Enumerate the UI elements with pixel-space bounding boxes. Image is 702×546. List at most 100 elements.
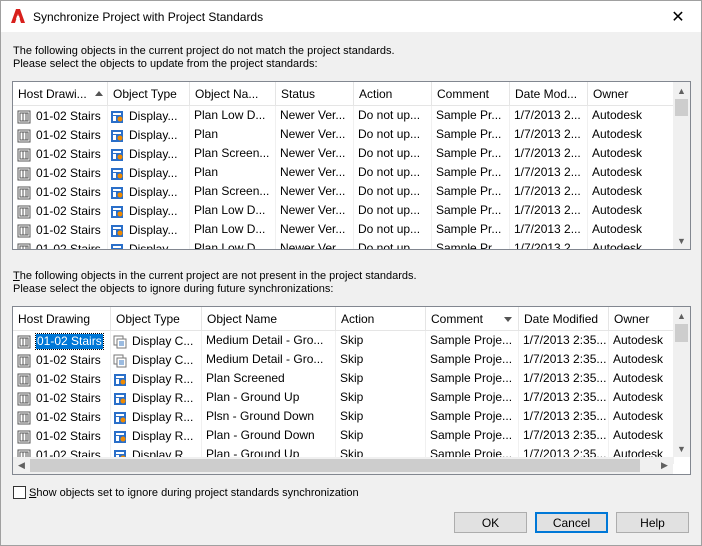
scrollbar-thumb[interactable] xyxy=(675,324,688,342)
column-header[interactable]: Host Drawi... xyxy=(13,82,108,106)
top-instructions: The following objects in the current pro… xyxy=(13,45,395,71)
ok-button[interactable]: OK xyxy=(454,512,527,533)
cell-type: Display R... xyxy=(111,388,202,407)
column-header[interactable]: Status xyxy=(276,82,354,106)
cell-text: Skip xyxy=(340,428,364,442)
table-row[interactable]: 01-02 Stairs Display... Plan Screen... Newe… xyxy=(13,182,678,201)
cell-date: 1/7/2013 2:35... xyxy=(519,369,609,388)
display-rep-icon xyxy=(111,205,123,218)
cell-text: Autodesk xyxy=(613,333,664,347)
cell-text: Autodesk xyxy=(592,184,643,198)
scrollbar-thumb[interactable] xyxy=(30,459,640,472)
cell-comment: Sample Pr... xyxy=(432,182,510,201)
missing-objects-grid[interactable]: Host Drawing Object Type Object Name Action… xyxy=(12,306,691,475)
table-row[interactable]: 01-02 Stairs Display... Plan Low D... Newer… xyxy=(13,106,678,125)
scroll-up-icon[interactable]: ▲ xyxy=(673,82,690,99)
cell-text: Sample Proje... xyxy=(430,428,513,442)
cell-text: 1/7/2013 2... xyxy=(514,146,581,160)
show-ignored-checkbox[interactable] xyxy=(13,486,26,499)
table-row[interactable]: 01-02 Stairs Display R... Plan - Ground Do… xyxy=(13,426,674,445)
horizontal-scrollbar[interactable]: ◀ ▶ xyxy=(13,457,673,474)
cell-text: 01-02 Stairs xyxy=(36,204,101,218)
close-button[interactable]: ✕ xyxy=(655,1,701,32)
cell-text: Sample Proje... xyxy=(430,390,513,404)
table-row[interactable]: 01-02 Stairs Display C... Medium Detail - … xyxy=(13,331,674,350)
table-row[interactable]: 01-02 Stairs Display... Plan Low D... Newer… xyxy=(13,201,678,220)
cell-text: Sample Pr... xyxy=(436,241,502,250)
cell-date: 1/7/2013 2:35... xyxy=(519,350,609,369)
column-header[interactable]: Owner xyxy=(588,82,678,106)
scroll-down-icon[interactable]: ▼ xyxy=(673,440,690,457)
column-header[interactable]: Action xyxy=(354,82,432,106)
scroll-up-icon[interactable]: ▲ xyxy=(673,307,690,324)
table-row[interactable]: 01-02 Stairs Display... Plan Low D... Newer… xyxy=(13,220,678,239)
cell-date: 1/7/2013 2:35... xyxy=(519,426,609,445)
scroll-down-icon[interactable]: ▼ xyxy=(673,232,690,249)
cell-date: 1/7/2013 2... xyxy=(510,144,588,163)
cell-text: Autodesk xyxy=(592,222,643,236)
column-header[interactable]: Owner xyxy=(609,307,674,331)
cell-text: Do not up... xyxy=(358,108,421,122)
cell-owner: Autodesk xyxy=(588,239,678,249)
cell-text: Newer Ver... xyxy=(280,203,346,217)
cell-text: Newer Ver... xyxy=(280,222,346,236)
grid-header: Host Drawi... Object Type Object Na... Stat… xyxy=(13,82,678,106)
cell-name: Plan Low D... xyxy=(190,201,276,220)
cell-text: 01-02 Stairs xyxy=(35,333,104,350)
display-rep-icon xyxy=(111,186,123,199)
cell-owner: Autodesk xyxy=(588,201,678,220)
sort-ascending-icon xyxy=(95,91,103,96)
cell-comment: Sample Pr... xyxy=(432,201,510,220)
cell-text: 1/7/2013 2... xyxy=(514,241,581,250)
column-header[interactable]: Object Type xyxy=(111,307,202,331)
bottom-instruction-line2: Please select the objects to ignore duri… xyxy=(13,283,334,295)
cell-status: Newer Ver... xyxy=(276,125,354,144)
cell-text: Display R... xyxy=(132,391,194,405)
column-header[interactable]: Host Drawing xyxy=(13,307,111,331)
column-header[interactable]: Date Modified xyxy=(519,307,609,331)
column-header[interactable]: Object Type xyxy=(108,82,190,106)
table-row[interactable]: 01-02 Stairs Display R... Plsn - Ground Do… xyxy=(13,407,674,426)
cell-text: 01-02 Stairs xyxy=(36,372,101,386)
cell-text: 1/7/2013 2:35... xyxy=(523,409,607,423)
cell-type: Display... xyxy=(108,163,190,182)
scroll-right-icon[interactable]: ▶ xyxy=(656,457,673,474)
scroll-left-icon[interactable]: ◀ xyxy=(13,457,30,474)
cell-text: Display R... xyxy=(132,429,194,443)
drawing-icon xyxy=(17,243,31,249)
table-row[interactable]: 01-02 Stairs Display R... Plan - Ground Up… xyxy=(13,388,674,407)
cell-text: 1/7/2013 2... xyxy=(514,108,581,122)
column-header[interactable]: Action xyxy=(336,307,426,331)
column-header[interactable]: Date Mod... xyxy=(510,82,588,106)
table-row[interactable]: 01-02 Stairs Display... Plan Newer Ver... Do… xyxy=(13,125,678,144)
cell-status: Newer Ver... xyxy=(276,163,354,182)
table-row[interactable]: 01-02 Stairs Display C... Medium Detail - … xyxy=(13,350,674,369)
column-header[interactable]: Comment xyxy=(426,307,519,331)
table-row[interactable]: 01-02 Stairs Display... Plan Newer Ver... Do… xyxy=(13,163,678,182)
cell-text: Do not up... xyxy=(358,127,421,141)
table-row[interactable]: 01-02 Stairs Display... Plan Screen... Newe… xyxy=(13,144,678,163)
scrollbar-thumb[interactable] xyxy=(675,99,688,116)
cell-host: 01-02 Stairs xyxy=(13,426,111,445)
column-header[interactable]: Object Na... xyxy=(190,82,276,106)
mismatched-objects-grid[interactable]: Host Drawi... Object Type Object Na... Stat… xyxy=(12,81,691,250)
vertical-scrollbar[interactable]: ▲ ▼ xyxy=(673,307,690,457)
cell-text: 1/7/2013 2:35... xyxy=(523,352,607,366)
cell-host: 01-02 Stairs xyxy=(13,369,111,388)
column-header[interactable]: Comment xyxy=(432,82,510,106)
cell-text: 1/7/2013 2... xyxy=(514,203,581,217)
column-header-label: Object Na... xyxy=(195,87,259,101)
column-header-label: Object Type xyxy=(116,312,180,326)
help-button[interactable]: Help xyxy=(616,512,689,533)
show-ignored-option[interactable]: Show objects set to ignore during projec… xyxy=(13,486,359,499)
vertical-scrollbar[interactable]: ▲ ▼ xyxy=(673,82,690,249)
cell-action: Skip xyxy=(336,426,426,445)
cell-text: Skip xyxy=(340,333,364,347)
table-row[interactable]: 01-02 Stairs Display R... Plan Screened Ski… xyxy=(13,369,674,388)
display-rep-icon xyxy=(111,148,123,161)
column-header[interactable]: Object Name xyxy=(202,307,336,331)
table-row[interactable]: 01-02 Stairs Display... Plan Low D... Newer… xyxy=(13,239,678,250)
display-config-icon xyxy=(113,335,127,348)
cell-type: Display R... xyxy=(111,369,202,388)
cancel-button[interactable]: Cancel xyxy=(535,512,608,533)
